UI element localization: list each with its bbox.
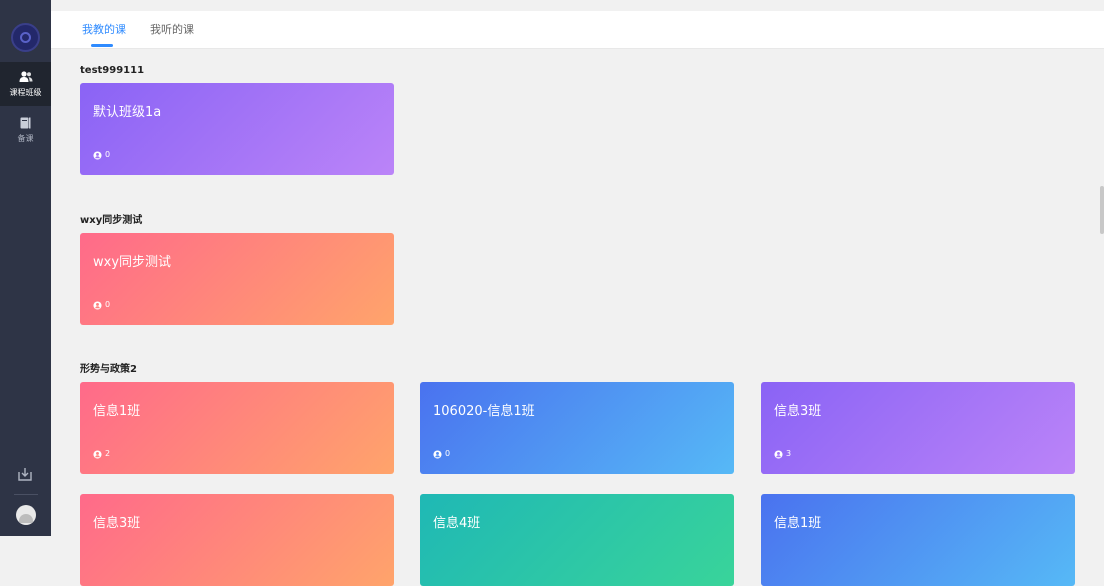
course-title: 形势与政策2 — [80, 364, 137, 375]
sidebar-item-label: 备课 — [17, 134, 34, 143]
book-icon — [0, 108, 51, 134]
class-card[interactable]: 106020-信息1班 0 — [420, 382, 734, 474]
users-icon — [0, 62, 51, 88]
class-name: 信息4班 — [433, 516, 481, 531]
class-name: 默认班级1a — [93, 105, 162, 120]
class-name: 信息3班 — [774, 404, 822, 419]
class-card[interactable]: 信息4班 — [420, 494, 734, 586]
student-count-value: 0 — [445, 449, 451, 458]
class-card[interactable]: 信息3班 — [80, 494, 394, 586]
student-count: 0 — [93, 300, 110, 310]
student-count: 2 — [93, 449, 110, 459]
class-card[interactable]: 信息1班 — [761, 494, 1075, 586]
sidebar-item-course-classes[interactable]: 课程班级 — [0, 62, 51, 106]
class-card[interactable]: wxy同步测试 0 — [80, 233, 394, 325]
student-count: 3 — [774, 449, 791, 459]
student-count-value: 3 — [786, 449, 792, 458]
sidebar-divider — [14, 494, 38, 495]
download-icon[interactable] — [16, 465, 34, 483]
tab-my-attending[interactable]: 我听的课 — [150, 23, 194, 37]
student-count-value: 2 — [105, 449, 111, 458]
sidebar-item-lesson-prep[interactable]: 备课 — [0, 108, 51, 152]
tab-bar: 我教的课 我听的课 — [51, 11, 1104, 49]
sidebar: 课程班级 备课 — [0, 0, 51, 536]
class-card[interactable]: 信息3班 3 — [761, 382, 1075, 474]
student-icon — [93, 300, 102, 310]
sidebar-item-label: 课程班级 — [9, 88, 42, 97]
school-logo[interactable] — [11, 23, 40, 52]
course-title: test999111 — [80, 65, 145, 76]
class-name: wxy同步测试 — [93, 255, 172, 270]
class-name: 信息1班 — [93, 404, 141, 419]
student-count: 0 — [93, 150, 110, 160]
class-card[interactable]: 默认班级1a 0 — [80, 83, 394, 175]
student-icon — [93, 449, 102, 459]
class-card[interactable]: 信息1班 2 — [80, 382, 394, 474]
student-icon — [93, 150, 102, 160]
class-name: 信息3班 — [93, 516, 141, 531]
scrollbar[interactable] — [1100, 186, 1104, 234]
student-count-value: 0 — [105, 300, 111, 309]
student-icon — [774, 449, 783, 459]
student-count: 0 — [433, 449, 450, 459]
course-title: wxy同步测试 — [80, 215, 143, 226]
student-count-value: 0 — [105, 150, 111, 159]
student-icon — [433, 449, 442, 459]
active-tab-indicator — [91, 44, 113, 47]
avatar[interactable] — [16, 505, 36, 525]
tab-my-teaching[interactable]: 我教的课 — [82, 23, 126, 37]
class-name: 信息1班 — [774, 516, 822, 531]
class-name: 106020-信息1班 — [433, 404, 535, 419]
